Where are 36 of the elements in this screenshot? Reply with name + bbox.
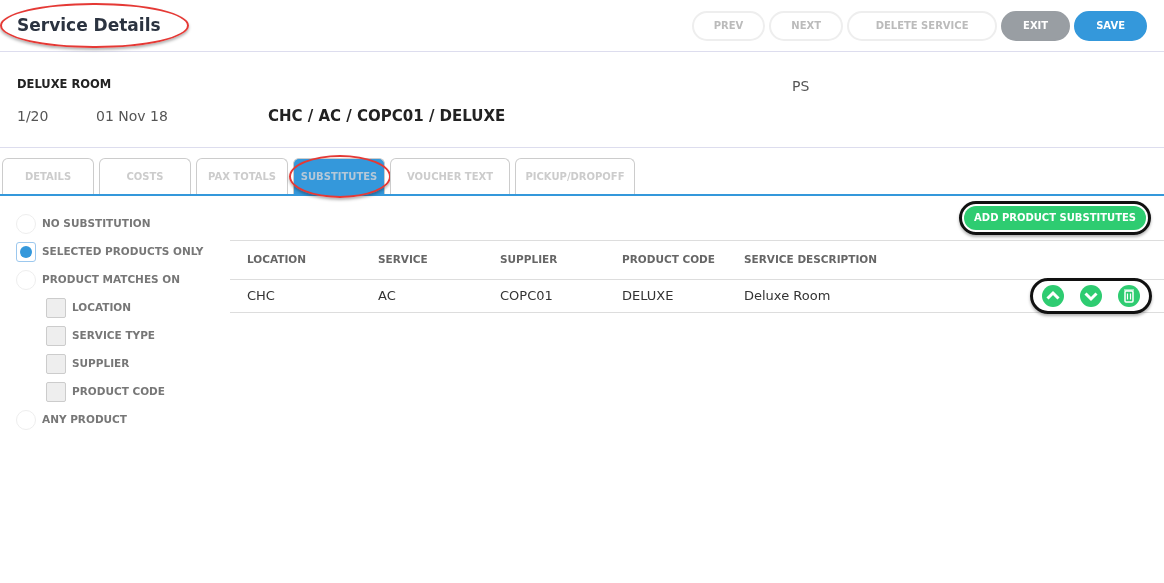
add-product-substitutes-button[interactable]: ADD PRODUCT SUBSTITUTES xyxy=(964,206,1146,230)
action-button[interactable]: SAVE xyxy=(1074,10,1147,41)
option-label: ANY PRODUCT xyxy=(42,412,127,428)
column-header: LOCATION xyxy=(247,252,308,268)
action-button[interactable]: EXIT xyxy=(1001,10,1071,41)
option-label: PRODUCT MATCHES ON xyxy=(42,272,180,288)
service-date: 01 Nov 18 xyxy=(96,106,169,126)
tab[interactable]: SUBSTITUTES xyxy=(293,158,385,194)
table-cell-text: AC xyxy=(378,287,397,306)
option-label: LOCATION xyxy=(72,300,132,316)
checkbox[interactable] xyxy=(46,354,66,374)
table-cell-text: CHC xyxy=(247,287,276,306)
service-code: PS xyxy=(792,77,810,96)
chevron-down-icon[interactable] xyxy=(1080,285,1102,307)
column-header: SUPPLIER xyxy=(500,252,559,268)
column-header: SERVICE xyxy=(378,252,429,268)
sequence-number: 1/20 xyxy=(17,106,50,126)
table-cell-text: Deluxe Room xyxy=(744,287,832,306)
checkbox[interactable] xyxy=(46,326,66,346)
option-label: PRODUCT CODE xyxy=(72,384,165,400)
option-label: NO SUBSTITUTION xyxy=(42,216,151,232)
page-title: Service Details xyxy=(17,14,161,35)
column-header: SERVICE DESCRIPTION xyxy=(744,252,878,268)
option-label: SERVICE TYPE xyxy=(72,328,156,344)
service-path: CHC / AC / COPC01 / DELUXE xyxy=(268,106,506,127)
column-header: PRODUCT CODE xyxy=(622,252,716,268)
table-cell-text: DELUXE xyxy=(622,287,675,306)
service-name: DELUXE ROOM xyxy=(17,76,113,93)
radio-button[interactable] xyxy=(16,242,36,262)
option-label: SUPPLIER xyxy=(72,356,130,372)
table-cell-text: COPC01 xyxy=(500,287,554,306)
checkbox[interactable] xyxy=(46,298,66,318)
option-label: SELECTED PRODUCTS ONLY xyxy=(42,244,204,260)
chevron-up-icon[interactable] xyxy=(1042,285,1064,307)
trash-icon[interactable] xyxy=(1118,285,1140,307)
checkbox[interactable] xyxy=(46,382,66,402)
